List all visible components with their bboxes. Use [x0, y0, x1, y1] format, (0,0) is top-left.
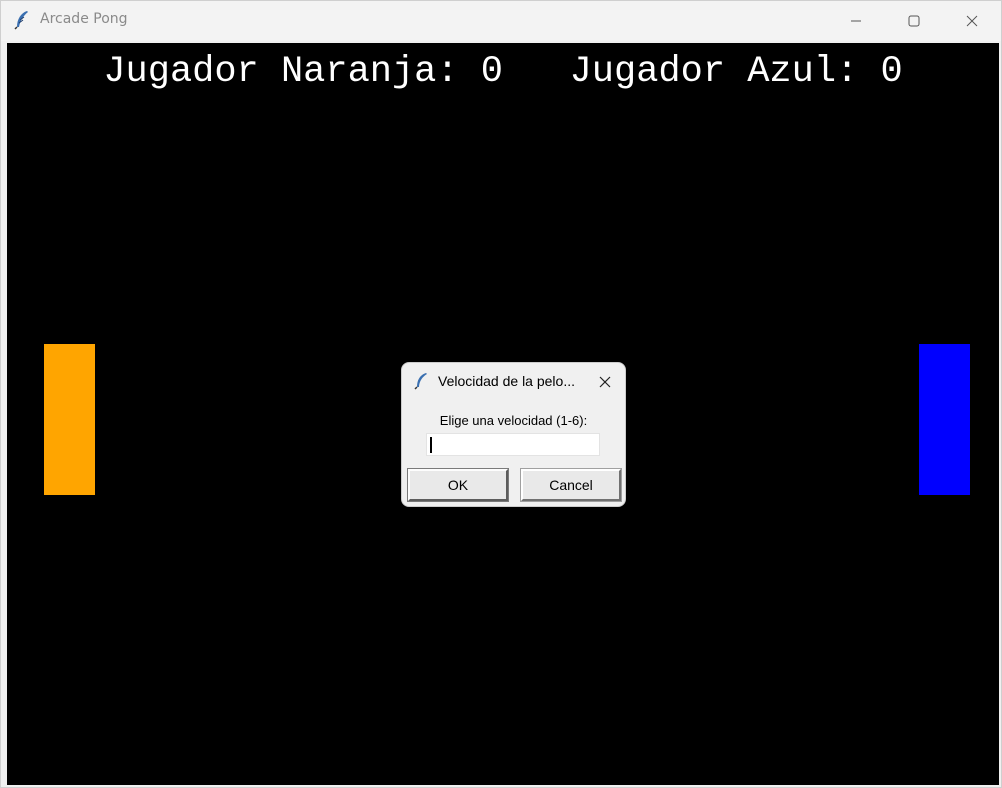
title-bar[interactable]: Arcade Pong: [1, 1, 1001, 41]
maximize-button[interactable]: [885, 1, 943, 41]
maximize-icon: [908, 15, 920, 27]
blue-paddle: [919, 344, 970, 495]
window-title: Arcade Pong: [40, 11, 128, 27]
dialog-title-bar[interactable]: Velocidad de la pelo...: [402, 363, 625, 401]
close-button[interactable]: [943, 1, 1001, 41]
speed-dialog: Velocidad de la pelo... Elige una veloci…: [401, 362, 626, 507]
scoreboard: Jugador Naranja: 0 Jugador Azul: 0: [103, 51, 903, 93]
orange-paddle: [44, 344, 95, 495]
app-window: Arcade Pong Jugador Naranja: 0 Jugador A…: [0, 0, 1002, 788]
close-icon: [966, 15, 978, 27]
feather-icon: [414, 372, 428, 390]
speed-input[interactable]: [426, 433, 600, 456]
dialog-title: Velocidad de la pelo...: [438, 373, 575, 389]
speed-prompt-label: Elige una velocidad (1-6):: [439, 413, 588, 428]
close-icon: [599, 376, 611, 388]
feather-icon: [14, 10, 30, 30]
cancel-button[interactable]: Cancel: [520, 468, 622, 502]
minimize-button[interactable]: [827, 1, 885, 41]
minimize-icon: [851, 20, 861, 22]
dialog-close-button[interactable]: [595, 372, 615, 392]
text-caret: [430, 437, 432, 453]
ok-button[interactable]: OK: [407, 468, 509, 502]
